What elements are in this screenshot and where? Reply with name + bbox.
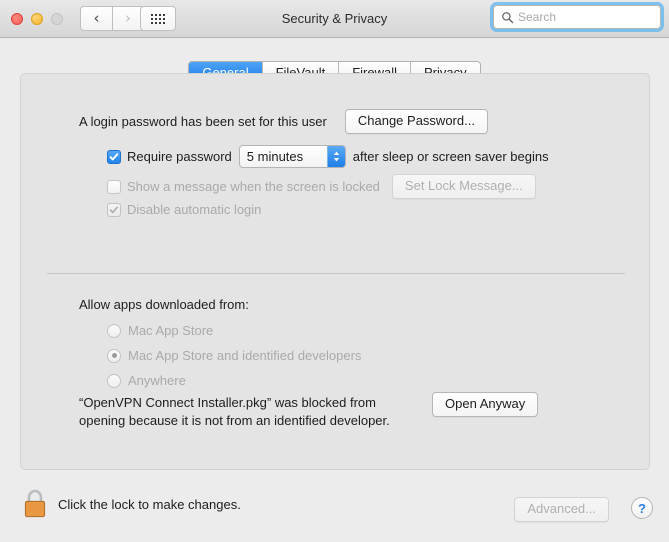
radio-mac-app-store-and-identified-developers: Mac App Store and identified developers <box>107 348 361 363</box>
radio-button <box>107 374 121 388</box>
blocked-app-message-line2: opening because it is not from an identi… <box>79 412 419 430</box>
blocked-app-message: “OpenVPN Connect Installer.pkg” was bloc… <box>79 394 419 430</box>
window-controls <box>11 13 63 25</box>
minimize-button[interactable] <box>31 13 43 25</box>
help-button[interactable]: ? <box>631 497 653 519</box>
close-button[interactable] <box>11 13 23 25</box>
radio-label: Mac App Store <box>128 323 213 338</box>
security-privacy-window: ‹ › Security & Privacy <box>0 0 669 542</box>
disable-auto-login-checkbox <box>107 203 121 217</box>
set-lock-message-button: Set Lock Message... <box>392 174 536 199</box>
lock-row[interactable]: Click the lock to make changes. <box>22 488 241 520</box>
chevron-right-icon: › <box>125 11 131 26</box>
checkmark-icon <box>109 152 119 162</box>
search-field[interactable] <box>493 5 661 29</box>
title-bar: ‹ › Security & Privacy <box>0 0 669 38</box>
radio-button <box>107 324 121 338</box>
show-lock-message-checkbox <box>107 180 121 194</box>
allow-apps-heading-row: Allow apps downloaded from: <box>79 297 249 312</box>
section-divider <box>47 273 625 274</box>
lock-message: Click the lock to make changes. <box>58 497 241 512</box>
disable-auto-login-label: Disable automatic login <box>127 202 261 217</box>
advanced-button: Advanced... <box>514 497 609 522</box>
search-input[interactable] <box>518 10 648 24</box>
blocked-app-message-line1: “OpenVPN Connect Installer.pkg” was bloc… <box>79 394 419 412</box>
require-password-row: Require password 5 minutes after sleep o… <box>107 145 549 168</box>
allow-apps-heading: Allow apps downloaded from: <box>79 297 249 312</box>
require-password-checkbox[interactable] <box>107 150 121 164</box>
search-icon <box>501 11 514 24</box>
grid-icon <box>151 14 165 24</box>
zoom-button <box>51 13 63 25</box>
navigation-buttons: ‹ › <box>80 6 144 31</box>
disable-auto-login-row: Disable automatic login <box>107 202 261 217</box>
require-password-delay-popup[interactable]: 5 minutes <box>239 145 346 168</box>
chevron-updown-icon <box>327 146 345 167</box>
search-container <box>493 5 661 29</box>
radio-button <box>107 349 121 363</box>
change-password-button[interactable]: Change Password... <box>345 109 488 134</box>
radio-selected-dot <box>112 353 117 358</box>
general-pane: A login password has been set for this u… <box>20 73 650 470</box>
open-anyway-button[interactable]: Open Anyway <box>432 392 538 417</box>
back-button[interactable]: ‹ <box>80 6 112 31</box>
radio-mac-app-store: Mac App Store <box>107 323 213 338</box>
require-password-delay-value: 5 minutes <box>240 146 327 167</box>
chevron-left-icon: ‹ <box>94 11 100 26</box>
show-lock-message-row: Show a message when the screen is locked… <box>107 174 536 199</box>
require-password-suffix: after sleep or screen saver begins <box>353 149 549 164</box>
lock-closed-icon[interactable] <box>22 488 48 520</box>
show-lock-message-label: Show a message when the screen is locked <box>127 179 380 194</box>
radio-label: Mac App Store and identified developers <box>128 348 361 363</box>
radio-anywhere: Anywhere <box>107 373 186 388</box>
login-password-row: A login password has been set for this u… <box>79 109 488 134</box>
require-password-label: Require password <box>127 149 232 164</box>
login-password-label: A login password has been set for this u… <box>79 114 327 129</box>
show-all-button[interactable] <box>140 6 176 31</box>
checkmark-icon <box>109 205 119 215</box>
radio-label: Anywhere <box>128 373 186 388</box>
